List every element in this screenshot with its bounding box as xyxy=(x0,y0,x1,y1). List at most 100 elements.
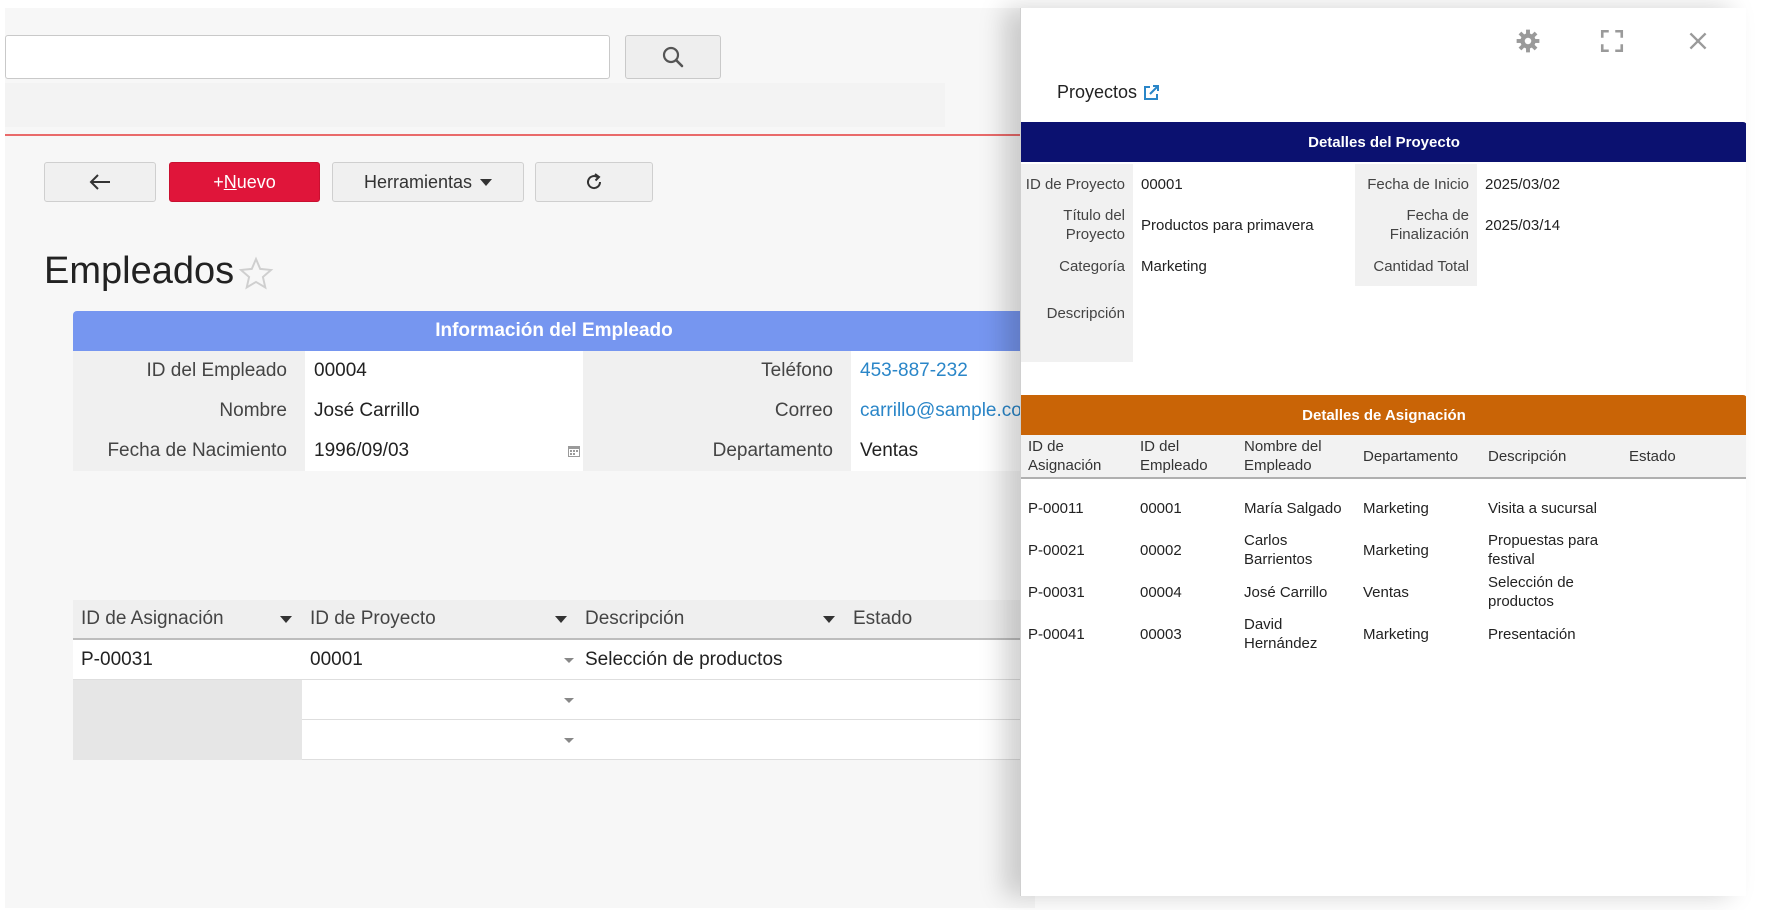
description-cell[interactable]: Selección de productos xyxy=(577,640,845,680)
new-button-accesskey: N xyxy=(223,171,237,192)
dropdown-caret-icon[interactable] xyxy=(564,738,574,743)
refresh-button[interactable] xyxy=(535,162,653,202)
department-value[interactable]: Ventas xyxy=(851,431,1035,471)
grid-column-header[interactable]: ID de Asignación xyxy=(73,600,302,638)
assignment-table-header: ID de Asignación ID del Empleado Nombre … xyxy=(1021,435,1746,479)
caret-down-icon xyxy=(823,616,835,623)
column-header[interactable]: Nombre del Empleado xyxy=(1237,435,1356,477)
caret-down-icon xyxy=(280,616,292,623)
assignment-id-cell: P-00041 xyxy=(1028,625,1085,643)
favorite-star-icon[interactable] xyxy=(238,256,274,292)
start-date-label: Fecha de Inicio xyxy=(1355,164,1477,204)
app-window: + Nuevo Herramientas Empleados Informació… xyxy=(0,0,1785,910)
panel-title: Proyectos xyxy=(1057,82,1138,102)
department-label: Departamento xyxy=(583,431,851,471)
phone-label: Teléfono xyxy=(583,351,851,391)
column-header[interactable]: ID del Empleado xyxy=(1133,435,1237,477)
new-button-prefix: + xyxy=(213,171,224,192)
email-label: Correo xyxy=(583,391,851,431)
email-link[interactable]: carrillo@sample.co xyxy=(851,391,1035,431)
category-label: Categoría xyxy=(1021,246,1133,286)
name-value[interactable]: José Carrillo xyxy=(305,391,583,431)
table-row[interactable]: P-00031 00001 Selección de productos xyxy=(73,640,1035,680)
search-input[interactable] xyxy=(5,35,610,79)
calendar-icon[interactable] xyxy=(567,444,581,458)
empty-cell[interactable] xyxy=(73,720,302,760)
status-cell xyxy=(1622,571,1746,613)
end-date-label: Fecha de Finalización xyxy=(1355,204,1477,246)
employee-id-link[interactable]: 00001 xyxy=(1133,487,1237,529)
tools-dropdown-button[interactable]: Herramientas xyxy=(332,162,524,202)
search-icon xyxy=(662,46,684,68)
caret-down-icon xyxy=(480,178,493,186)
new-button-label: uevo xyxy=(236,171,276,192)
employee-id-value[interactable]: 00004 xyxy=(305,351,583,391)
phone-link[interactable]: 453-887-232 xyxy=(851,351,1035,391)
table-row[interactable] xyxy=(73,680,1035,720)
employee-name-cell: María Salgado xyxy=(1244,499,1342,517)
project-id-value: 00001 xyxy=(1133,164,1355,204)
employee-id-link[interactable]: 00003 xyxy=(1133,613,1237,655)
main-area: + Nuevo Herramientas Empleados Informació… xyxy=(5,8,1035,908)
description-cell: Presentación xyxy=(1488,625,1576,643)
refresh-icon xyxy=(587,173,602,190)
status-cell xyxy=(1622,613,1746,655)
empty-cell[interactable] xyxy=(73,680,302,720)
employee-id-link[interactable]: 00002 xyxy=(1133,529,1237,571)
employee-section-title: Información del Empleado xyxy=(435,320,673,341)
table-row[interactable] xyxy=(73,720,1035,760)
gear-icon[interactable] xyxy=(1515,28,1541,54)
category-value: Marketing xyxy=(1133,246,1355,286)
dropdown-caret-icon[interactable] xyxy=(564,658,574,663)
column-header[interactable]: Estado xyxy=(1622,435,1746,477)
employee-name-cell: José Carrillo xyxy=(1244,583,1328,601)
search-button[interactable] xyxy=(625,35,721,79)
name-label: Nombre xyxy=(73,391,305,431)
description-cell: Propuestas para festival xyxy=(1488,532,1599,568)
department-cell: Ventas xyxy=(1363,583,1409,601)
status-cell[interactable] xyxy=(845,640,1035,680)
table-row[interactable]: P-00011 00001 María Salgado Marketing Vi… xyxy=(1021,487,1746,529)
assignment-details-header: Detalles de Asignación xyxy=(1021,395,1746,435)
arrow-left-icon xyxy=(89,174,110,190)
employee-name-cell: Carlos Barrientos xyxy=(1244,532,1313,568)
status-cell xyxy=(1622,529,1746,571)
column-header[interactable]: Descripción xyxy=(1481,435,1622,477)
employee-row-3: Fecha de Nacimiento 1996/09/03 Departame… xyxy=(73,431,1035,471)
caret-down-icon xyxy=(555,616,567,623)
grid-column-header[interactable]: ID de Proyecto xyxy=(302,600,577,638)
column-header[interactable]: ID de Asignación xyxy=(1021,435,1133,477)
employee-row-1: ID del Empleado 00004 Teléfono 453-887-2… xyxy=(73,351,1035,391)
assignment-id-cell[interactable]: P-00031 xyxy=(73,640,302,680)
table-row[interactable]: P-00041 00003 David Hernández Marketing … xyxy=(1021,613,1746,655)
employee-section-header: Información del Empleado xyxy=(73,311,1035,351)
assignment-id-cell: P-00011 xyxy=(1028,499,1084,517)
description-cell: Visita a sucursal xyxy=(1488,499,1597,517)
new-button[interactable]: + Nuevo xyxy=(169,162,320,202)
grid-column-header[interactable]: Estado xyxy=(845,600,1035,638)
column-title: ID de Asignación xyxy=(81,608,224,629)
column-title: ID de Proyecto xyxy=(310,608,436,629)
external-link-icon[interactable] xyxy=(1142,84,1160,102)
employee-id-link[interactable]: 00004 xyxy=(1133,571,1237,613)
project-id-link[interactable]: 00001 xyxy=(302,640,577,680)
tools-label: Herramientas xyxy=(363,171,473,192)
birth-date-value[interactable]: 1996/09/03 xyxy=(305,431,583,471)
close-icon[interactable] xyxy=(1685,28,1711,54)
project-details-header: Detalles del Proyecto xyxy=(1021,122,1746,162)
table-row[interactable]: P-00031 00004 José Carrillo Ventas Selec… xyxy=(1021,571,1746,613)
assignment-id-cell: P-00031 xyxy=(1028,583,1085,601)
description-cell: Selección de productos xyxy=(1488,574,1574,610)
grid-column-header[interactable]: Descripción xyxy=(577,600,845,638)
table-row[interactable]: P-00021 00002 Carlos Barrientos Marketin… xyxy=(1021,529,1746,571)
dropdown-caret-icon[interactable] xyxy=(564,698,574,703)
total-amount-value xyxy=(1477,246,1746,286)
assignment-id-cell: P-00021 xyxy=(1028,541,1085,559)
fullscreen-icon[interactable] xyxy=(1599,28,1625,54)
header-divider xyxy=(5,134,1035,136)
project-title-value: Productos para primavera xyxy=(1133,204,1355,246)
back-button[interactable] xyxy=(44,162,156,202)
column-header[interactable]: Departamento xyxy=(1356,435,1481,477)
employee-name-cell: David Hernández xyxy=(1244,616,1318,652)
project-details-title: Detalles del Proyecto xyxy=(1308,133,1460,151)
